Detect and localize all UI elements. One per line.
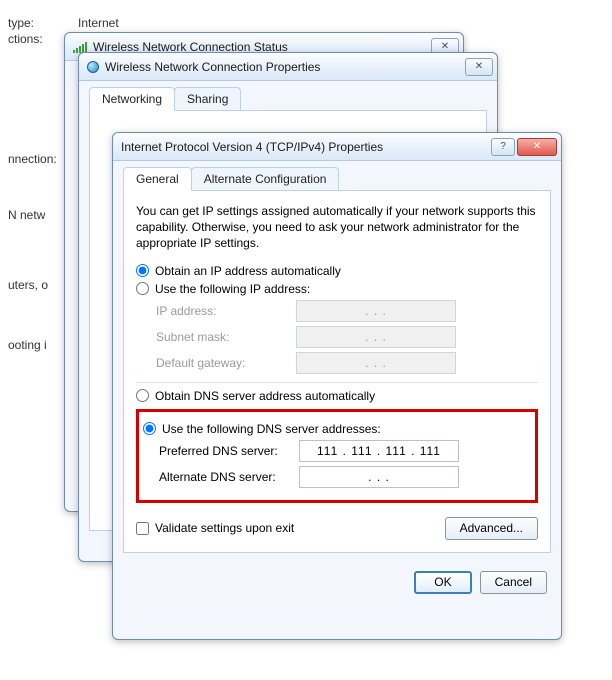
default-gateway-input: . . .: [296, 352, 456, 374]
subnet-mask-label: Subnet mask:: [156, 330, 296, 344]
radio-obtain-dns-auto[interactable]: [136, 389, 149, 402]
ipv4-tabbody: You can get IP settings assigned automat…: [123, 191, 551, 553]
tab-general[interactable]: General: [123, 167, 192, 191]
ip-address-input: . . .: [296, 300, 456, 322]
preferred-dns-input[interactable]: 111 . 111 . 111 . 111: [299, 440, 459, 462]
bg-label-uters: uters, o: [8, 278, 48, 292]
signal-strength-icon: [73, 41, 87, 53]
bg-value-type: Internet: [78, 16, 119, 30]
ipv4-title: Internet Protocol Version 4 (TCP/IPv4) P…: [121, 140, 485, 154]
alternate-dns-label: Alternate DNS server:: [159, 470, 299, 484]
checkbox-validate-settings[interactable]: [136, 522, 149, 535]
radio-use-following-ip-label: Use the following IP address:: [155, 282, 310, 296]
ipv4-button-row: OK Cancel: [113, 563, 561, 606]
properties-tabstrip: Networking Sharing: [89, 87, 487, 111]
radio-obtain-ip-auto-label: Obtain an IP address automatically: [155, 264, 341, 278]
bg-label-ooting: ooting i: [8, 338, 47, 352]
bg-label-type: type:: [8, 16, 34, 30]
bg-label-ctions: ctions:: [8, 32, 43, 46]
checkbox-validate-settings-label: Validate settings upon exit: [155, 521, 294, 535]
ipv4-tabstrip: General Alternate Configuration: [123, 167, 551, 191]
help-button[interactable]: ?: [491, 138, 515, 156]
ipv4-properties-window: Internet Protocol Version 4 (TCP/IPv4) P…: [112, 132, 562, 640]
alternate-dns-input[interactable]: . . .: [299, 466, 459, 488]
close-button[interactable]: ✕: [517, 138, 557, 156]
radio-use-following-dns[interactable]: [143, 422, 156, 435]
default-gateway-label: Default gateway:: [156, 356, 296, 370]
tab-networking[interactable]: Networking: [89, 87, 175, 111]
ipv4-titlebar[interactable]: Internet Protocol Version 4 (TCP/IPv4) P…: [113, 133, 561, 161]
close-button[interactable]: ✕: [465, 58, 493, 76]
radio-use-following-ip[interactable]: [136, 282, 149, 295]
radio-use-following-dns-label: Use the following DNS server addresses:: [162, 422, 381, 436]
tab-sharing[interactable]: Sharing: [174, 87, 241, 110]
globe-icon: [87, 61, 99, 73]
ip-address-label: IP address:: [156, 304, 296, 318]
dns-highlight-box: Use the following DNS server addresses: …: [136, 409, 538, 503]
cancel-button[interactable]: Cancel: [480, 571, 547, 594]
advanced-button[interactable]: Advanced...: [445, 517, 538, 540]
ok-button[interactable]: OK: [414, 571, 471, 594]
ipv4-intro-text: You can get IP settings assigned automat…: [136, 203, 538, 252]
properties-titlebar[interactable]: Wireless Network Connection Properties ✕: [79, 53, 497, 81]
tab-alternate-configuration[interactable]: Alternate Configuration: [191, 167, 340, 190]
radio-obtain-dns-auto-label: Obtain DNS server address automatically: [155, 389, 375, 403]
properties-title: Wireless Network Connection Properties: [105, 60, 459, 74]
radio-obtain-ip-auto[interactable]: [136, 264, 149, 277]
bg-label-nnection: nnection:: [8, 152, 57, 166]
subnet-mask-input: . . .: [296, 326, 456, 348]
preferred-dns-label: Preferred DNS server:: [159, 444, 299, 458]
bg-label-n-netw: N netw: [8, 208, 45, 222]
